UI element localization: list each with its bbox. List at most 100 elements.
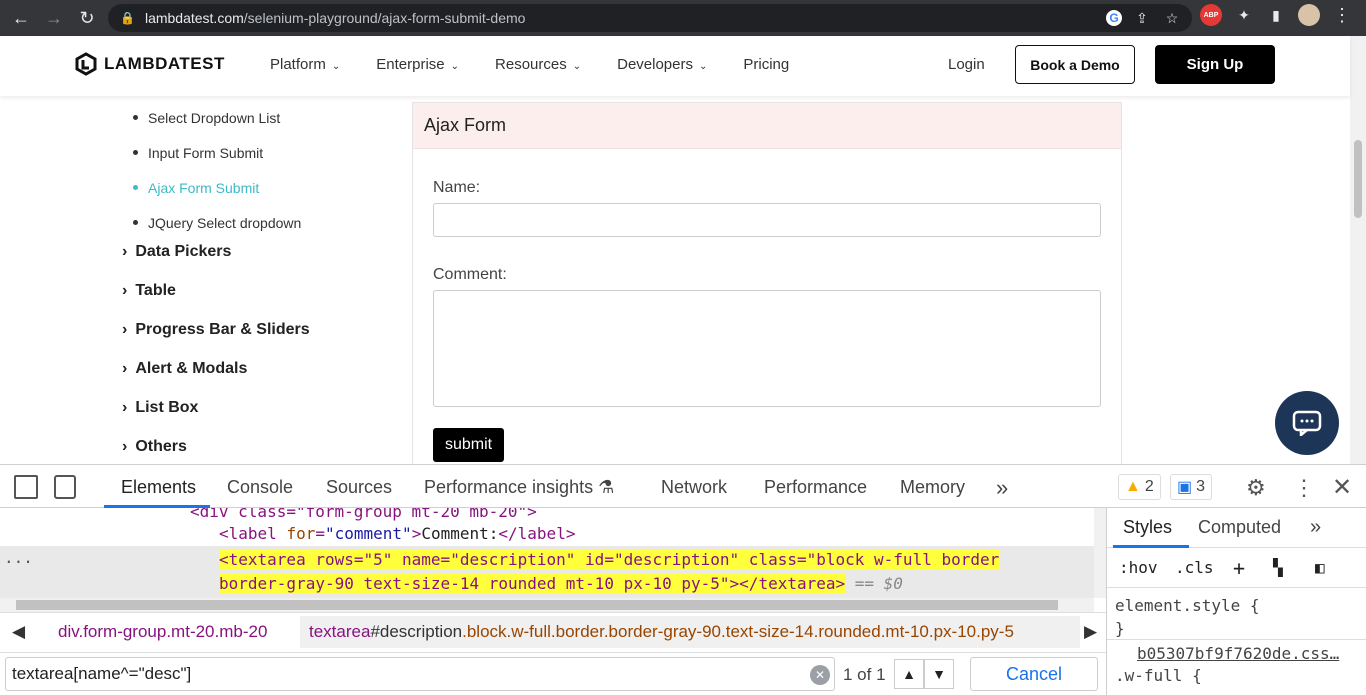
breadcrumb-item-div[interactable]: div.form-group.mt-20.mb-20	[58, 622, 267, 642]
nav-resources[interactable]: Resources ⌄	[495, 56, 581, 73]
tab-label: Performance insights	[424, 477, 594, 497]
cancel-search-button[interactable]: Cancel	[970, 657, 1098, 691]
dom-node-textarea[interactable]: <textarea rows="5" name="description" id…	[219, 550, 1000, 569]
nav-pricing[interactable]: Pricing	[743, 56, 789, 73]
tab-sources[interactable]: Sources	[326, 477, 392, 498]
category-label: Data Pickers	[135, 242, 232, 260]
url-domain: lambdatest.com	[144, 10, 244, 26]
dom-tree-scrollbar[interactable]	[1094, 508, 1106, 598]
tab-memory[interactable]: Memory	[900, 477, 965, 498]
hov-toggle[interactable]: :hov	[1119, 558, 1158, 577]
attr-value: "comment"	[324, 524, 412, 543]
device-toolbar-icon[interactable]	[54, 475, 76, 499]
nav-label: Developers	[617, 56, 693, 73]
lambdatest-logo-icon	[75, 52, 97, 76]
more-style-tabs-icon[interactable]: »	[1310, 516, 1321, 539]
side-panel-icon[interactable]: ▮	[1266, 5, 1286, 25]
chrome-menu-icon[interactable]: ⋮	[1332, 5, 1352, 25]
profile-avatar[interactable]	[1298, 4, 1320, 26]
more-tabs-icon[interactable]: »	[996, 475, 1008, 501]
paint-brush-icon[interactable]: ▚	[1273, 558, 1283, 577]
close-devtools-icon[interactable]: ✕	[1332, 473, 1352, 502]
chat-widget-button[interactable]	[1275, 391, 1339, 455]
scrollbar-thumb[interactable]	[1354, 140, 1362, 218]
new-rule-plus-icon[interactable]: +	[1233, 556, 1245, 580]
tab-console[interactable]: Console	[227, 477, 293, 498]
tab-performance[interactable]: Performance	[764, 477, 867, 498]
css-source-link[interactable]: b05307bf9f7620de.css…	[1137, 644, 1339, 663]
page-scrollbar[interactable]	[1350, 36, 1366, 464]
tab-elements[interactable]: Elements	[121, 477, 196, 498]
hscroll-thumb[interactable]	[16, 600, 1058, 610]
toggle-sidebar-icon[interactable]: ◧	[1315, 558, 1325, 577]
lambdatest-logo[interactable]: LAMBDATEST	[74, 52, 225, 76]
cls-toggle[interactable]: .cls	[1175, 558, 1214, 577]
book-demo-button[interactable]: Book a Demo	[1015, 45, 1135, 84]
search-prev-icon[interactable]: ▲	[894, 659, 924, 689]
rule-divider	[1107, 639, 1366, 640]
back-arrow-icon[interactable]: ←	[6, 3, 36, 33]
bookmark-star-icon[interactable]: ☆	[1162, 8, 1182, 28]
node-actions-dots[interactable]: ...	[4, 548, 33, 567]
sidebar-categories: › Data Pickers › Table › Progress Bar & Sli…	[122, 232, 310, 464]
nav-developers[interactable]: Developers ⌄	[617, 56, 707, 73]
sidebar-item-ajax-form-submit[interactable]: Ajax Form Submit	[133, 170, 301, 205]
extensions-puzzle-icon[interactable]: ✦	[1234, 5, 1254, 25]
nav-enterprise[interactable]: Enterprise ⌄	[376, 56, 459, 73]
crumb-right-arrow-icon[interactable]: ▶	[1084, 622, 1097, 642]
search-next-icon[interactable]: ▼	[924, 659, 954, 689]
clear-search-icon[interactable]: ✕	[810, 665, 830, 685]
category-label: Alert & Modals	[135, 359, 248, 377]
rule-close-brace: }	[1115, 619, 1125, 638]
chevron-right-icon: ›	[122, 281, 128, 299]
w-full-rule[interactable]: .w-full {	[1115, 666, 1202, 685]
tab-performance-insights[interactable]: Performance insights ⚗	[424, 477, 614, 498]
dom-tree[interactable]: <div class="form-group mt-20 mb-20"> <la…	[0, 508, 1094, 598]
share-icon[interactable]: ⇪	[1132, 8, 1152, 28]
sign-up-button[interactable]: Sign Up	[1155, 45, 1275, 84]
chevron-down-icon: ⌄	[572, 61, 582, 72]
adblock-icon[interactable]: ABP	[1200, 4, 1222, 26]
breadcrumb-item-textarea[interactable]: textarea #description .block.w-full.border…	[300, 616, 1080, 648]
sidebar-category-alert-modals[interactable]: › Alert & Modals	[122, 349, 310, 388]
dom-node-label[interactable]: <label for="comment">Comment:</label>	[219, 524, 575, 543]
tab-network[interactable]: Network	[661, 477, 727, 498]
sidebar-category-data-pickers[interactable]: › Data Pickers	[122, 232, 310, 271]
dom-node-textarea-cont[interactable]: border-gray-90 text-size-14 rounded mt-1…	[219, 574, 903, 593]
devtools-panel: Elements Console Sources Performance ins…	[0, 464, 1366, 695]
main-nav: Platform ⌄ Enterprise ⌄ Resources ⌄ Develop…	[270, 56, 789, 73]
settings-gear-icon[interactable]: ⚙	[1246, 475, 1266, 501]
dom-search-input[interactable]: textarea[name^="desc"] ✕	[5, 657, 835, 691]
tab-computed[interactable]: Computed	[1198, 517, 1281, 538]
devtools-menu-icon[interactable]: ⋮	[1293, 475, 1315, 501]
warnings-badge[interactable]: ▲ 2	[1118, 474, 1161, 500]
nav-platform[interactable]: Platform ⌄	[270, 56, 340, 73]
dom-tree-hscrollbar[interactable]	[0, 598, 1094, 612]
comment-textarea[interactable]	[433, 290, 1101, 407]
crumb-left-arrow-icon[interactable]: ◀	[12, 622, 25, 642]
page-content: Select Dropdown List Input Form Submit A…	[0, 96, 1350, 464]
chevron-right-icon: ›	[122, 242, 128, 260]
crumb-tag: textarea	[309, 622, 371, 641]
chat-icon	[1292, 410, 1322, 436]
sidebar-category-others[interactable]: › Others	[122, 427, 310, 464]
address-bar[interactable]: 🔒 lambdatest.com/selenium-playground/aja…	[108, 4, 1192, 32]
sidebar-item-select-dropdown[interactable]: Select Dropdown List	[133, 100, 301, 135]
messages-badge[interactable]: ▣ 3	[1170, 474, 1213, 500]
reload-icon[interactable]: ↻	[72, 3, 102, 33]
sidebar-category-list-box[interactable]: › List Box	[122, 388, 310, 427]
sidebar-category-table[interactable]: › Table	[122, 271, 310, 310]
element-style-rule[interactable]: element.style {	[1115, 596, 1260, 615]
category-label: Others	[135, 437, 187, 455]
submit-button[interactable]: submit	[433, 428, 504, 462]
google-icon[interactable]: G	[1106, 10, 1122, 26]
inspect-element-icon[interactable]	[14, 475, 38, 499]
dom-node-div[interactable]: <div class="form-group mt-20 mb-20">	[190, 508, 537, 521]
forward-arrow-icon[interactable]: →	[39, 3, 69, 33]
dom-search-bar: textarea[name^="desc"] ✕ 1 of 1 ▲ ▼ Canc…	[0, 652, 1106, 695]
sidebar-item-input-form-submit[interactable]: Input Form Submit	[133, 135, 301, 170]
login-link[interactable]: Login	[948, 56, 985, 73]
tab-styles[interactable]: Styles	[1123, 517, 1172, 538]
sidebar-category-progress-bar[interactable]: › Progress Bar & Sliders	[122, 310, 310, 349]
name-input[interactable]	[433, 203, 1101, 237]
